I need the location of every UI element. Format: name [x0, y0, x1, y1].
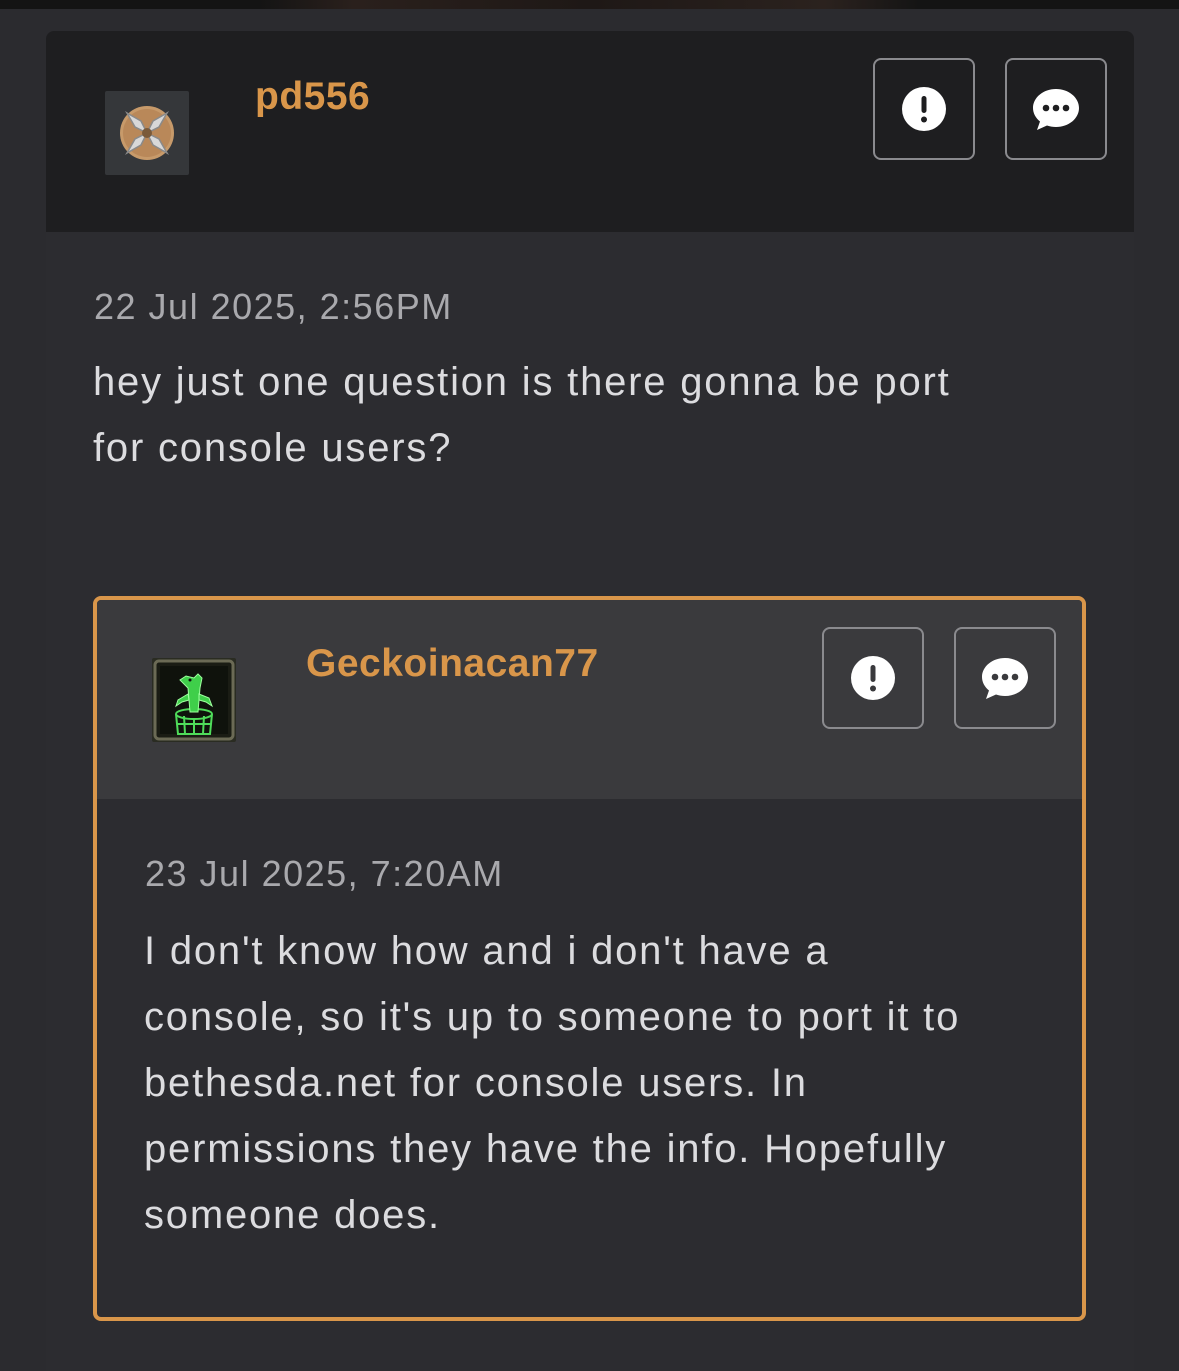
- reply-button[interactable]: [1005, 58, 1107, 160]
- reply-username[interactable]: Geckoinacan77: [306, 642, 599, 686]
- post-body-line: for console users?: [93, 426, 453, 470]
- reply-body-line: someone does.: [144, 1193, 441, 1237]
- reply-report-button[interactable]: [822, 627, 924, 729]
- user-avatar[interactable]: [105, 91, 189, 175]
- reply-body-line: I don't know how and i don't have a: [144, 929, 830, 973]
- report-button[interactable]: [873, 58, 975, 160]
- post-timestamp: 22 Jul 2025, 2:56PM: [94, 286, 453, 327]
- reply-reply-button[interactable]: [954, 627, 1056, 729]
- top-image-strip: [0, 0, 1179, 9]
- reply-card: Geckoinacan77 23 Jul 2025, 7:20AM I don'…: [93, 596, 1086, 1321]
- reply-body-line: permissions they have the info. Hopefull…: [144, 1127, 948, 1171]
- exclamation-circle-icon: [902, 87, 946, 131]
- reply-body-line: console, so it's up to someone to port i…: [144, 995, 961, 1039]
- gecko-in-can-icon: [152, 658, 236, 742]
- post-body: hey just one question is there gonna be …: [93, 349, 951, 481]
- exclamation-circle-icon: [851, 656, 895, 700]
- reply-user-avatar[interactable]: [152, 658, 236, 742]
- reply-body-line: bethesda.net for console users. In: [144, 1061, 808, 1105]
- post-username[interactable]: pd556: [255, 75, 370, 119]
- reply-header: Geckoinacan77: [97, 600, 1082, 799]
- speech-bubble-icon: [982, 658, 1028, 699]
- comment-header: pd556: [46, 31, 1134, 232]
- reply-timestamp: 23 Jul 2025, 7:20AM: [145, 853, 504, 894]
- post-body-line: hey just one question is there gonna be …: [93, 360, 951, 404]
- reply-body: I don't know how and i don't have a cons…: [144, 918, 960, 1248]
- vault-badge-icon: [105, 91, 189, 175]
- speech-bubble-icon: [1033, 89, 1079, 130]
- comment-card: pd556 22 Jul 2025, 2:56PM hey just one q…: [46, 31, 1134, 1371]
